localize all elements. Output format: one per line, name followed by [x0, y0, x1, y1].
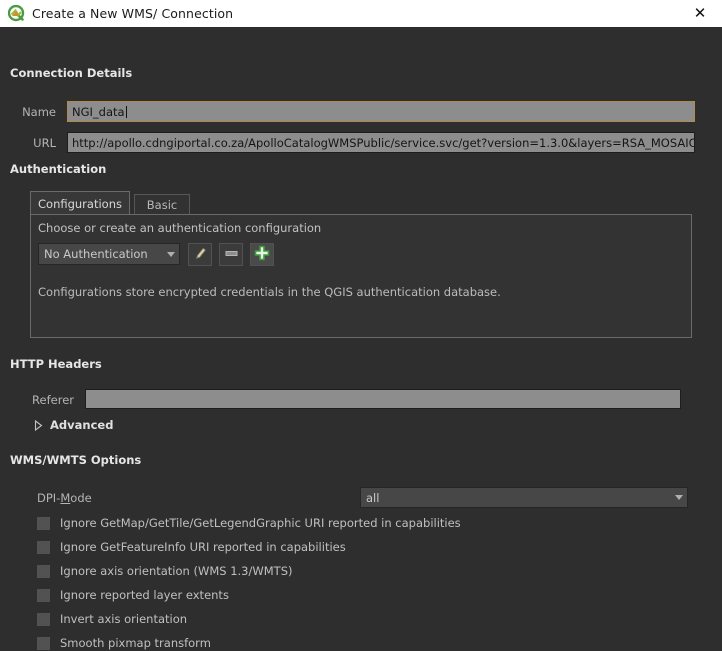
advanced-label: Advanced	[50, 418, 114, 432]
auth-config-select-value: No Authentication	[44, 247, 148, 261]
checkbox-smooth-pixmap-transform[interactable]: Smooth pixmap transform	[37, 635, 211, 651]
auth-note-label: Configurations store encrypted credentia…	[38, 285, 501, 299]
checkbox-box[interactable]	[37, 612, 50, 626]
checkbox-label: Ignore GetFeatureInfo URI reported in ca…	[60, 540, 346, 554]
checkbox-box[interactable]	[37, 564, 50, 578]
add-config-button[interactable]	[250, 243, 274, 266]
window-title: Create a New WMS/ Connection	[32, 6, 234, 21]
dpi-mode-select-value: all	[366, 490, 380, 505]
checkbox-ignore-axis-orientation[interactable]: Ignore axis orientation (WMS 1.3/WMTS)	[37, 563, 292, 579]
referer-input[interactable]	[85, 389, 681, 409]
close-icon[interactable]: ✕	[678, 0, 722, 27]
checkbox-invert-axis-orientation[interactable]: Invert axis orientation	[37, 611, 187, 627]
title-bar: Create a New WMS/ Connection ✕	[0, 0, 722, 27]
checkbox-label: Invert axis orientation	[60, 612, 188, 626]
auth-hint-label: Choose or create an authentication confi…	[38, 221, 322, 235]
section-header-authentication: Authentication	[10, 162, 107, 176]
url-input[interactable]: http://apollo.cdngiportal.co.za/ApolloCa…	[67, 132, 695, 153]
checkbox-label: Smooth pixmap transform	[60, 636, 211, 650]
pencil-icon	[193, 246, 208, 264]
chevron-down-icon	[671, 495, 687, 500]
tab-configurations[interactable]: Configurations	[30, 191, 130, 215]
remove-config-button[interactable]	[219, 243, 243, 266]
name-input-value: NGI_data	[72, 105, 125, 119]
advanced-expander[interactable]: Advanced	[34, 418, 113, 432]
checkbox-label: Ignore axis orientation (WMS 1.3/WMTS)	[60, 564, 293, 578]
dpi-mode-label: DPI-Mode	[37, 491, 92, 505]
section-header-wms-options: WMS/WMTS Options	[10, 453, 142, 467]
section-header-http-headers: HTTP Headers	[10, 357, 102, 371]
checkbox-ignore-getfeatureinfo-uri[interactable]: Ignore GetFeatureInfo URI reported in ca…	[37, 539, 346, 555]
edit-config-button[interactable]	[188, 243, 212, 266]
checkbox-label: Ignore GetMap/GetTile/GetLegendGraphic U…	[60, 516, 461, 530]
minus-icon	[224, 246, 239, 264]
checkbox-box[interactable]	[37, 636, 50, 650]
name-input[interactable]: NGI_data	[67, 101, 695, 122]
checkbox-ignore-getmap-uri[interactable]: Ignore GetMap/GetTile/GetLegendGraphic U…	[37, 515, 461, 531]
url-label: URL	[33, 136, 56, 150]
checkbox-box[interactable]	[37, 516, 50, 530]
section-header-connection-details: Connection Details	[10, 66, 133, 80]
auth-config-select[interactable]: No Authentication	[38, 243, 180, 265]
referer-label: Referer	[32, 393, 74, 407]
dpi-mode-select[interactable]: all	[360, 487, 688, 508]
chevron-down-icon	[163, 251, 179, 257]
checkbox-ignore-reported-layer-extents[interactable]: Ignore reported layer extents	[37, 587, 229, 603]
plus-icon	[254, 245, 270, 264]
checkbox-label: Ignore reported layer extents	[60, 588, 229, 602]
checkbox-box[interactable]	[37, 588, 50, 602]
name-label: Name	[22, 105, 56, 119]
chevron-right-icon	[34, 420, 43, 431]
qgis-logo-icon	[7, 4, 25, 22]
text-caret	[125, 106, 127, 118]
dialog-body: Connection Details Name NGI_data URL htt…	[0, 27, 722, 650]
checkbox-box[interactable]	[37, 540, 50, 554]
tab-basic[interactable]: Basic	[134, 194, 190, 215]
